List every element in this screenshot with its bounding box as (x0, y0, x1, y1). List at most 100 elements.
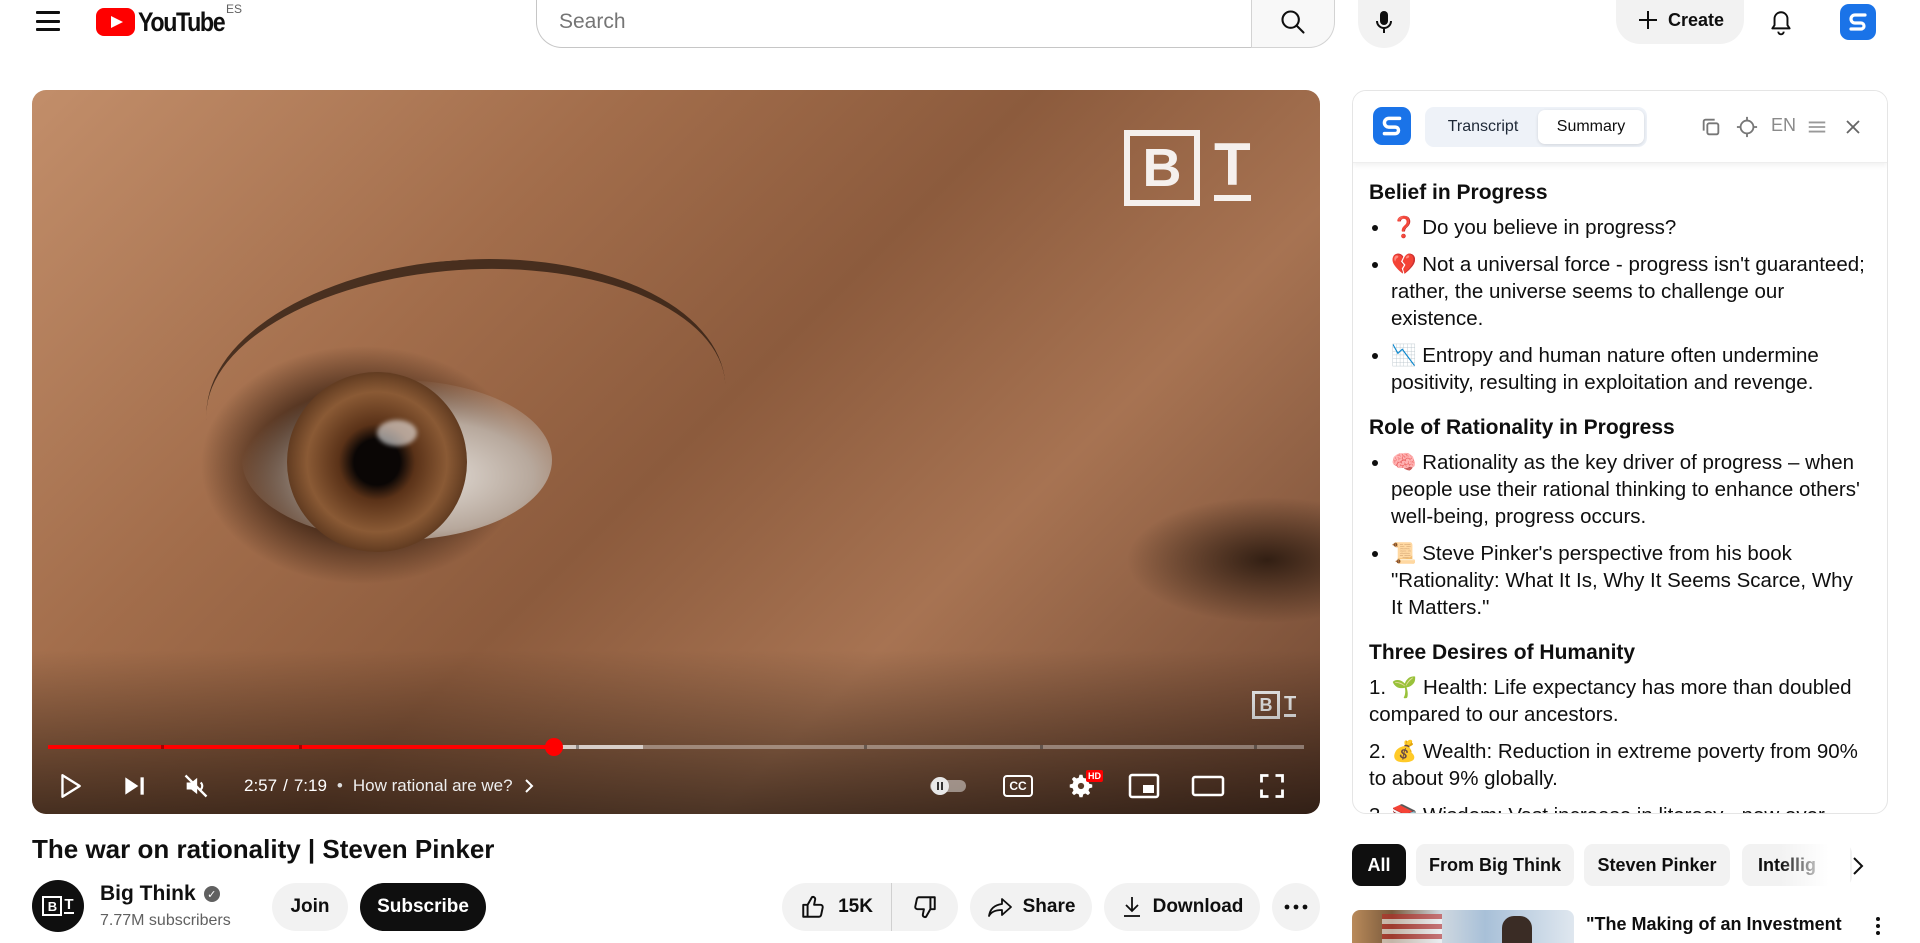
settings-button[interactable]: HD (1054, 762, 1108, 810)
like-button[interactable]: 15K (782, 883, 892, 931)
chapter-divider (1253, 745, 1257, 749)
video-frame-lashes (196, 242, 728, 448)
verified-check-icon: ✓ (203, 886, 220, 902)
summary-panel: Transcript Summary EN Belief in Progress… (1352, 90, 1888, 814)
more-actions-button[interactable] (1272, 883, 1320, 931)
tab-summary[interactable]: Summary (1538, 110, 1644, 144)
fullscreen-button[interactable] (1246, 762, 1298, 810)
more-horizontal-icon (1284, 904, 1308, 910)
chip-all[interactable]: All (1352, 844, 1406, 886)
search-button[interactable] (1251, 0, 1335, 48)
chapter-divider (864, 745, 868, 749)
time-separator: / (283, 776, 288, 795)
more-vertical-icon-dot (1876, 917, 1880, 921)
search-input[interactable] (559, 10, 1252, 34)
download-icon (1123, 897, 1140, 917)
theater-mode-icon (1191, 775, 1225, 797)
chevron-right-icon[interactable] (523, 777, 535, 795)
menu-icon-bar (36, 28, 60, 31)
chip-steven-pinker[interactable]: Steven Pinker (1584, 844, 1730, 886)
share-button[interactable]: Share (970, 883, 1092, 931)
subscribe-button[interactable]: Subscribe (360, 883, 486, 931)
chapter-divider (575, 745, 579, 749)
summary-item: ❓ Do you believe in progress? (1391, 214, 1867, 241)
thumbs-down-icon (914, 896, 936, 918)
autoplay-toggle-icon (930, 777, 966, 795)
chips-next-button[interactable] (1840, 848, 1876, 884)
share-label: Share (1022, 896, 1076, 917)
captions-button[interactable]: CC (992, 762, 1044, 810)
voice-search-button[interactable] (1358, 0, 1410, 48)
lines-menu-icon (1808, 121, 1826, 133)
channel-avatar[interactable]: B T (32, 880, 84, 932)
copy-icon (1702, 118, 1720, 136)
youtube-logo[interactable]: YouTube (96, 6, 238, 38)
search-icon (1281, 9, 1305, 34)
chapter-divider (1040, 745, 1044, 749)
play-button[interactable] (46, 762, 94, 810)
summary-content: Belief in Progress ❓ Do you believe in p… (1353, 163, 1887, 813)
mute-button[interactable] (172, 762, 220, 810)
time-display: 2:57 / 7:19 • How rational are we? (244, 762, 535, 810)
channel-name[interactable]: Big Think (100, 882, 196, 906)
account-avatar[interactable] (1840, 4, 1876, 40)
duration: 7:19 (293, 776, 327, 795)
tab-transcript[interactable]: Transcript (1428, 110, 1538, 144)
locate-button[interactable] (1735, 115, 1759, 139)
chip-from-big-think[interactable]: From Big Think (1416, 844, 1574, 886)
skip-next-icon (125, 777, 144, 795)
chapter-divider (161, 745, 165, 749)
section-heading: Three Desires of Humanity (1369, 641, 1636, 664)
chevron-right-icon (1853, 857, 1864, 875)
more-vertical-icon-dot (1876, 924, 1880, 928)
avatar-letter-b: B (42, 896, 63, 916)
menu-button[interactable] (34, 8, 62, 34)
summary-numbered-list: 1. 🌱 Health: Life expectancy has more th… (1369, 674, 1867, 813)
recommendation-thumbnail[interactable] (1352, 910, 1574, 943)
panel-tab-switch: Transcript Summary (1425, 107, 1647, 147)
section-heading: Belief in Progress (1369, 181, 1548, 204)
join-button[interactable]: Join (272, 883, 348, 931)
bell-icon (1771, 11, 1791, 36)
recommendation-more-button[interactable] (1868, 912, 1888, 940)
download-button[interactable]: Download (1104, 883, 1260, 931)
subscriber-count: 7.77M subscribers (100, 912, 231, 929)
theater-mode-button[interactable] (1182, 762, 1234, 810)
summary-item: 📜 Steve Pinker's perspective from his bo… (1391, 540, 1867, 621)
thumbnail-person (1502, 916, 1532, 943)
create-button[interactable]: Create (1616, 0, 1744, 44)
summary-item: 3. 📚 Wisdom: Vast increase in literacy -… (1369, 802, 1867, 813)
dislike-button[interactable] (892, 883, 958, 931)
autoplay-toggle[interactable] (922, 762, 974, 810)
notifications-button[interactable] (1764, 6, 1798, 40)
channel-watermark-large: B T (1124, 128, 1254, 208)
summary-item: 2. 💰 Wealth: Reduction in extreme povert… (1369, 740, 1858, 790)
language-selector[interactable]: EN (1771, 115, 1796, 136)
summary-list: 🧠 Rationality as the key driver of progr… (1391, 449, 1867, 621)
search-box[interactable] (536, 0, 1252, 48)
close-panel-button[interactable] (1841, 115, 1865, 139)
thumbs-up-icon (802, 896, 824, 918)
channel-name-row[interactable]: Big Think ✓ (100, 882, 220, 906)
more-vertical-icon-dot (1876, 931, 1880, 935)
next-button[interactable] (110, 762, 158, 810)
microphone-icon (1376, 11, 1392, 33)
plus-icon (1638, 11, 1657, 29)
watermark-b: B (1124, 130, 1200, 206)
menu-lines-button[interactable] (1805, 115, 1829, 139)
logo-text: YouTube (138, 6, 226, 37)
recommendation-title[interactable]: "The Making of an Investment (1586, 912, 1846, 936)
close-icon (1846, 120, 1860, 134)
video-player[interactable]: B T B T 2:57 / 7:19 • How rational are w… (32, 90, 1320, 814)
copy-button[interactable] (1699, 115, 1723, 139)
menu-icon-bar (36, 19, 60, 23)
menu-icon-bar (36, 11, 60, 14)
summary-list: ❓ Do you believe in progress? 💔 Not a un… (1391, 214, 1867, 396)
miniplayer-button[interactable] (1118, 762, 1170, 810)
country-code: ES (226, 2, 243, 16)
chapter-bullet: • (336, 776, 343, 795)
chapter-title[interactable]: How rational are we? (353, 776, 513, 796)
share-icon (987, 898, 1012, 917)
extension-logo[interactable] (1373, 107, 1411, 145)
play-icon (61, 774, 81, 798)
